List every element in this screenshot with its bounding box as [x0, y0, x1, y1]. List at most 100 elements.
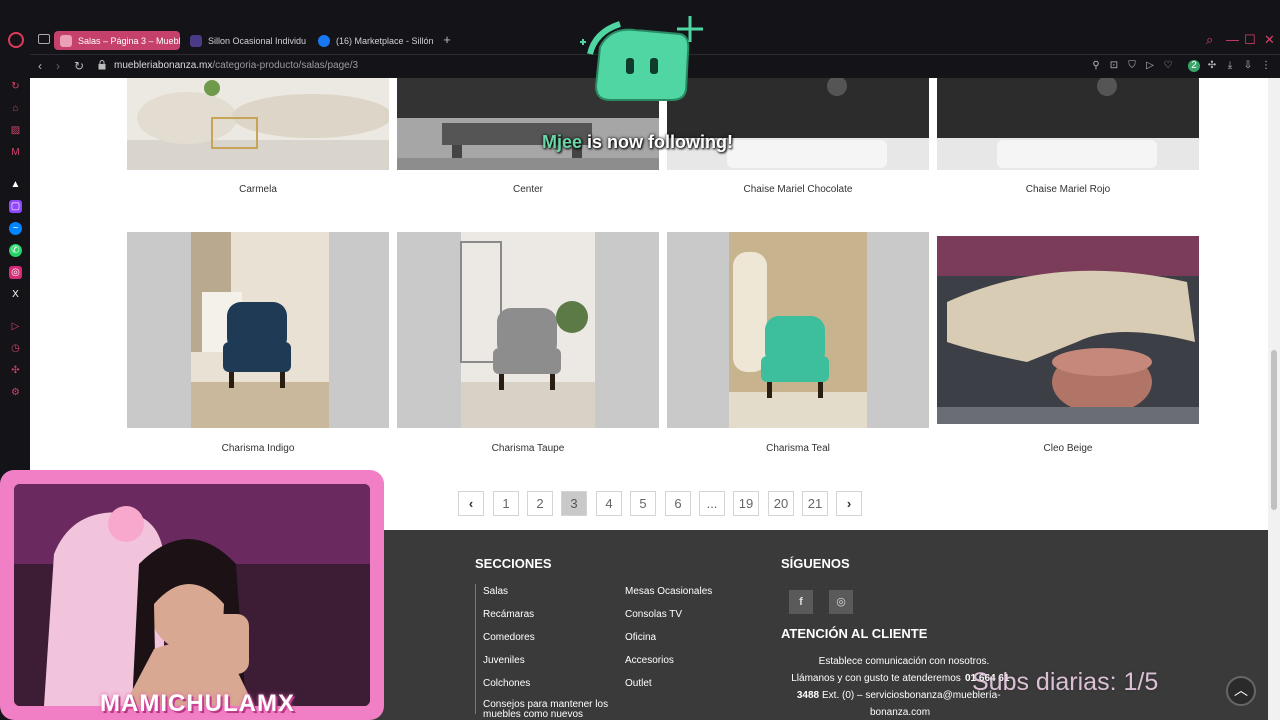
pagination-current-page[interactable]: 3 — [561, 491, 587, 516]
footer-link[interactable]: Accesorios — [625, 655, 674, 666]
minimize-icon[interactable]: — — [1226, 33, 1239, 47]
footer-link[interactable]: Outlet — [625, 678, 652, 689]
new-tab-button[interactable]: + — [440, 33, 454, 47]
crypto-wallet-icon[interactable]: ▨ — [9, 124, 22, 137]
product-image-charisma-taupe[interactable] — [397, 232, 659, 428]
snapshot-icon[interactable]: ⊡ — [1108, 60, 1120, 72]
webcam-video — [14, 484, 370, 706]
follow-alert-message: is now following! — [582, 132, 734, 152]
pagination-page[interactable]: 2 — [527, 491, 553, 516]
tab-marketplace[interactable]: (16) Marketplace - Sillón — [312, 31, 436, 50]
pagination-page[interactable]: 6 — [665, 491, 691, 516]
pagination-page[interactable]: 1 — [493, 491, 519, 516]
instagram-icon[interactable]: ◎ — [829, 590, 853, 614]
product-image-charisma-indigo[interactable] — [127, 232, 389, 428]
player-icon[interactable]: ▷ — [9, 320, 22, 333]
product-image-cleo-beige[interactable] — [937, 232, 1199, 428]
streamer-name-label: MAMICHULAMX — [100, 690, 295, 717]
menu-icon[interactable]: ⋮ — [1260, 60, 1272, 72]
tab-workspace-icon[interactable] — [38, 34, 50, 44]
tab-favicon-icon — [190, 34, 202, 47]
product-image-chaise-rojo[interactable] — [937, 78, 1199, 170]
heart-icon[interactable]: ♡ — [1162, 60, 1174, 72]
back-to-top-button[interactable]: ︿ — [1226, 676, 1256, 706]
bookmark-icon[interactable]: ⚲ — [1090, 60, 1102, 72]
close-icon[interactable]: ✕ — [1264, 33, 1275, 47]
tab-sillon[interactable]: Sillon Ocasional Individu — [184, 31, 312, 50]
product-name[interactable]: Chaise Mariel Rojo — [937, 184, 1199, 195]
footer-siguenos-title: SÍGUENOS — [781, 556, 850, 571]
pagination-page[interactable]: 19 — [733, 491, 759, 516]
shield-icon[interactable]: ⛉ — [1126, 60, 1138, 72]
extension-badge-icon[interactable]: 2 — [1188, 60, 1200, 72]
footer-contact-text: Establece comunicación con nosotros. — [818, 656, 990, 667]
search-icon[interactable]: ⌕ — [1206, 33, 1213, 47]
footer-link[interactable]: Recámaras — [483, 609, 534, 620]
shopping-icon[interactable]: ⌂ — [9, 102, 22, 115]
extensions-icon[interactable]: ✣ — [9, 364, 22, 377]
product-image-carmela[interactable] — [127, 78, 389, 170]
footer-link[interactable]: Juveniles — [483, 655, 525, 666]
reload-icon[interactable]: ↻ — [74, 59, 84, 73]
history-icon[interactable]: ◷ — [9, 342, 22, 355]
instagram-icon[interactable]: ◎ — [9, 266, 22, 279]
aria-ai-icon[interactable]: ▲ — [9, 178, 22, 191]
messenger-icon[interactable]: ~ — [9, 222, 22, 235]
twitch-icon[interactable]: ▢ — [9, 200, 22, 213]
pagination-page[interactable]: 20 — [768, 491, 794, 516]
product-name[interactable]: Charisma Taupe — [397, 443, 659, 454]
sofa-image — [127, 78, 389, 170]
footer-link[interactable]: Comedores — [483, 632, 535, 643]
lock-icon — [98, 60, 106, 70]
whatsapp-icon[interactable]: ✆ — [9, 244, 22, 257]
download-icon[interactable]: ⇩ — [1242, 60, 1254, 72]
settings-icon[interactable]: ⚙ — [9, 386, 22, 399]
webcam-overlay — [0, 470, 384, 720]
play-icon[interactable]: ▷ — [1144, 60, 1156, 72]
url-domain: muebleriabonanza.mx — [114, 60, 213, 71]
chair-image — [460, 232, 595, 428]
scrollbar-thumb[interactable] — [1271, 350, 1277, 510]
pagination-page[interactable]: 4 — [596, 491, 622, 516]
product-name[interactable]: Center — [397, 184, 659, 195]
footer-atencion-title: ATENCIÓN AL CLIENTE — [781, 626, 928, 641]
subs-goal-text: Subs diarias: 1/5 — [972, 668, 1159, 696]
product-name[interactable]: Charisma Teal — [667, 443, 929, 454]
product-name[interactable]: Carmela — [127, 184, 389, 195]
pagination-page[interactable]: 21 — [802, 491, 828, 516]
product-image-charisma-teal[interactable] — [667, 232, 929, 428]
music-icon[interactable]: M — [9, 146, 22, 159]
tab-label: Salas – Página 3 – Mueble — [78, 35, 180, 46]
footer-link[interactable]: Colchones — [483, 678, 530, 689]
pagination-next-button[interactable]: › — [836, 491, 862, 516]
download-icon[interactable]: ⤓ — [1224, 60, 1236, 72]
footer-link[interactable]: Oficina — [625, 632, 656, 643]
footer-link[interactable]: Consejos para mantener los muebles como … — [483, 700, 623, 720]
pagination-prev-button[interactable]: ‹ — [458, 491, 484, 516]
facebook-icon — [318, 34, 330, 47]
footer-link[interactable]: Mesas Ocasionales — [625, 586, 712, 597]
product-name[interactable]: Chaise Mariel Chocolate — [667, 184, 929, 195]
footer-phone[interactable]: 3488 — [794, 690, 822, 701]
x-icon[interactable]: X — [9, 288, 22, 301]
follow-alert-text: Mjee is now following! — [542, 132, 733, 153]
maximize-icon[interactable]: ☐ — [1244, 33, 1256, 47]
aria-icon[interactable]: ↻ — [9, 80, 22, 93]
back-icon[interactable]: ‹ — [38, 59, 42, 73]
footer-link[interactable]: Consolas TV — [625, 609, 682, 620]
opera-logo-icon[interactable] — [8, 32, 24, 48]
tab-salas[interactable]: Salas – Página 3 – Mueble — [54, 31, 180, 50]
divider — [475, 584, 476, 714]
forward-icon[interactable]: › — [56, 59, 60, 73]
extensions-icon[interactable]: ✣ — [1206, 60, 1218, 72]
url-field[interactable]: muebleriabonanza.mx/categoria-producto/s… — [114, 60, 358, 71]
facebook-icon[interactable]: f — [789, 590, 813, 614]
sofa-image — [937, 78, 1199, 170]
tab-label: Sillon Ocasional Individu — [208, 35, 307, 46]
product-name[interactable]: Cleo Beige — [937, 443, 1199, 454]
footer-email[interactable]: bonanza.com — [870, 707, 930, 718]
footer-link[interactable]: Salas — [483, 586, 508, 597]
pagination-page[interactable]: 5 — [630, 491, 656, 516]
url-path: /categoria-producto/salas/page/3 — [212, 60, 359, 71]
product-name[interactable]: Charisma Indigo — [127, 443, 389, 454]
